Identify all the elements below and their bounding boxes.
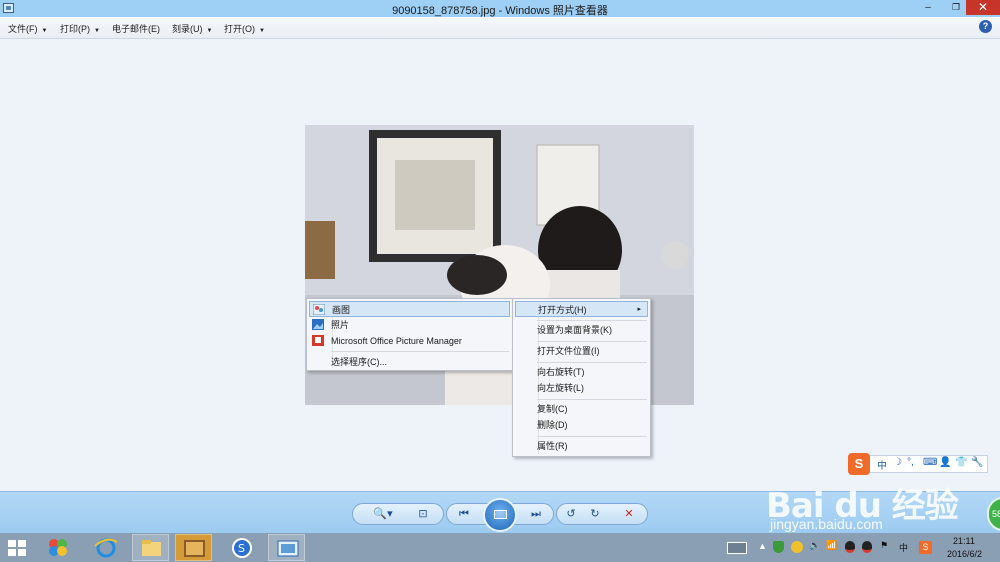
menu-separator bbox=[537, 362, 647, 363]
open-with-paint[interactable]: 画图 bbox=[309, 301, 510, 317]
context-menu: 打开方式(H) ▸ 设置为桌面背景(K) 打开文件位置(I) 向右旋转(T) 向… bbox=[512, 298, 651, 457]
windows-start-icon[interactable] bbox=[8, 540, 27, 557]
menu-bar: 文件(F) ▼ 打印(P) ▼ 电子邮件(E) 刻录(U) ▼ 打开(O) ▼ ? bbox=[0, 17, 1000, 39]
close-button[interactable]: ✕ bbox=[966, 0, 1000, 15]
menu-item-copy[interactable]: 复制(C) bbox=[515, 401, 648, 417]
menu-item-set-desktop-background[interactable]: 设置为桌面背景(K) bbox=[515, 322, 648, 338]
skin-icon[interactable]: 👕 bbox=[955, 457, 967, 468]
menu-print[interactable]: 打印(P) ▼ bbox=[60, 22, 100, 35]
sogou-logo-icon[interactable]: S bbox=[848, 453, 870, 475]
ime-mode-toggle[interactable]: 中 bbox=[877, 457, 887, 472]
menu-item-rotate-left[interactable]: 向左旋转(L) bbox=[515, 380, 648, 396]
taskbar: S ▲ 🔈 📶 ⚑ 中 S 21:11 2016/6/2 bbox=[0, 533, 1000, 562]
volume-icon[interactable]: 🔈 bbox=[809, 540, 820, 551]
menu-item-delete[interactable]: 删除(D) bbox=[515, 417, 648, 433]
punctuation-icon[interactable]: °, bbox=[907, 457, 914, 468]
menu-separator bbox=[331, 351, 509, 352]
clock-date[interactable]: 2016/6/2 bbox=[947, 549, 982, 559]
menu-burn[interactable]: 刻录(U) ▼ bbox=[172, 22, 212, 35]
minimize-button[interactable]: – bbox=[914, 0, 942, 15]
sogou-tray-icon[interactable]: S bbox=[919, 541, 932, 554]
delete-icon[interactable]: ✕ bbox=[618, 504, 640, 524]
menu-item-properties[interactable]: 属性(R) bbox=[515, 438, 648, 454]
menu-email[interactable]: 电子邮件(E) bbox=[112, 22, 160, 35]
menu-file[interactable]: 文件(F) ▼ bbox=[8, 22, 47, 35]
picture-manager-icon bbox=[312, 335, 324, 346]
action-center-flag-icon[interactable]: ⚑ bbox=[880, 540, 888, 551]
open-with-submenu: 画图 照片 Microsoft Office Picture Manager 选… bbox=[306, 298, 513, 371]
chevron-down-icon: ▼ bbox=[259, 28, 265, 34]
security-shield-icon[interactable] bbox=[773, 541, 784, 553]
menu-separator bbox=[537, 341, 647, 342]
sogou-browser-icon[interactable]: S bbox=[224, 534, 261, 561]
menu-item-rotate-right[interactable]: 向右旋转(T) bbox=[515, 364, 648, 380]
menu-separator bbox=[537, 320, 647, 321]
choose-program[interactable]: 选择程序(C)... bbox=[309, 354, 510, 370]
image-app-icon[interactable] bbox=[175, 534, 212, 561]
show-hidden-icons[interactable]: ▲ bbox=[758, 541, 767, 551]
submenu-arrow-icon: ▸ bbox=[637, 306, 641, 313]
file-explorer-icon[interactable] bbox=[132, 534, 169, 561]
keyboard-icon[interactable]: ⌨ bbox=[923, 457, 937, 468]
menu-separator bbox=[537, 436, 647, 437]
ime-toolbar: S 中 ☽ °, ⌨ 👤 👕 🔧 bbox=[848, 453, 988, 475]
menu-item-open-file-location[interactable]: 打开文件位置(I) bbox=[515, 343, 648, 359]
chevron-down-icon: ▼ bbox=[206, 28, 213, 34]
tray-keyboard-icon[interactable] bbox=[727, 542, 747, 554]
open-with-picture-manager[interactable]: Microsoft Office Picture Manager bbox=[309, 333, 510, 349]
help-icon[interactable]: ? bbox=[979, 20, 992, 33]
slideshow-button[interactable] bbox=[483, 498, 517, 532]
chevron-down-icon: ▼ bbox=[41, 28, 48, 34]
title-bar: 9090158_878758.jpg - Windows 照片查看器 – ❐ ✕ bbox=[0, 0, 1000, 17]
media-center-icon[interactable] bbox=[40, 534, 77, 561]
menu-separator bbox=[537, 399, 647, 400]
qq-icon[interactable] bbox=[862, 541, 872, 553]
internet-explorer-icon[interactable] bbox=[87, 534, 124, 561]
watermark-url: jingyan.baidu.com bbox=[770, 516, 883, 532]
chevron-down-icon: ▼ bbox=[94, 28, 100, 34]
menu-item-open-with[interactable]: 打开方式(H) ▸ bbox=[515, 301, 648, 317]
moon-icon[interactable]: ☽ bbox=[893, 457, 902, 468]
rotate-clockwise-icon[interactable]: ↻ bbox=[584, 504, 606, 524]
svg-text:S: S bbox=[238, 542, 245, 555]
menu-open[interactable]: 打开(O) ▼ bbox=[224, 22, 265, 35]
tray-app-icon[interactable] bbox=[791, 541, 803, 553]
wrench-icon[interactable]: 🔧 bbox=[971, 457, 983, 468]
open-with-photos[interactable]: 照片 bbox=[309, 317, 510, 333]
network-icon[interactable]: 📶 bbox=[826, 540, 837, 551]
zoom-icon[interactable]: 🔍▾ bbox=[370, 504, 396, 524]
clock-time[interactable]: 21:11 bbox=[953, 536, 975, 546]
slideshow-icon bbox=[494, 510, 507, 519]
previous-icon[interactable]: ⏮ bbox=[452, 504, 476, 524]
paint-icon bbox=[312, 303, 326, 316]
photo-viewer-taskbar-icon[interactable] bbox=[268, 534, 305, 561]
rotate-counterclockwise-icon[interactable]: ↺ bbox=[560, 504, 582, 524]
photos-icon bbox=[312, 319, 324, 330]
user-icon[interactable]: 👤 bbox=[939, 457, 951, 468]
window-title: 9090158_878758.jpg - Windows 照片查看器 bbox=[392, 5, 608, 17]
next-icon[interactable]: ⏭ bbox=[524, 504, 548, 524]
ime-indicator[interactable]: 中 bbox=[899, 541, 908, 554]
qq-icon[interactable] bbox=[845, 541, 855, 553]
actual-size-icon[interactable]: ⊡ bbox=[412, 504, 434, 524]
